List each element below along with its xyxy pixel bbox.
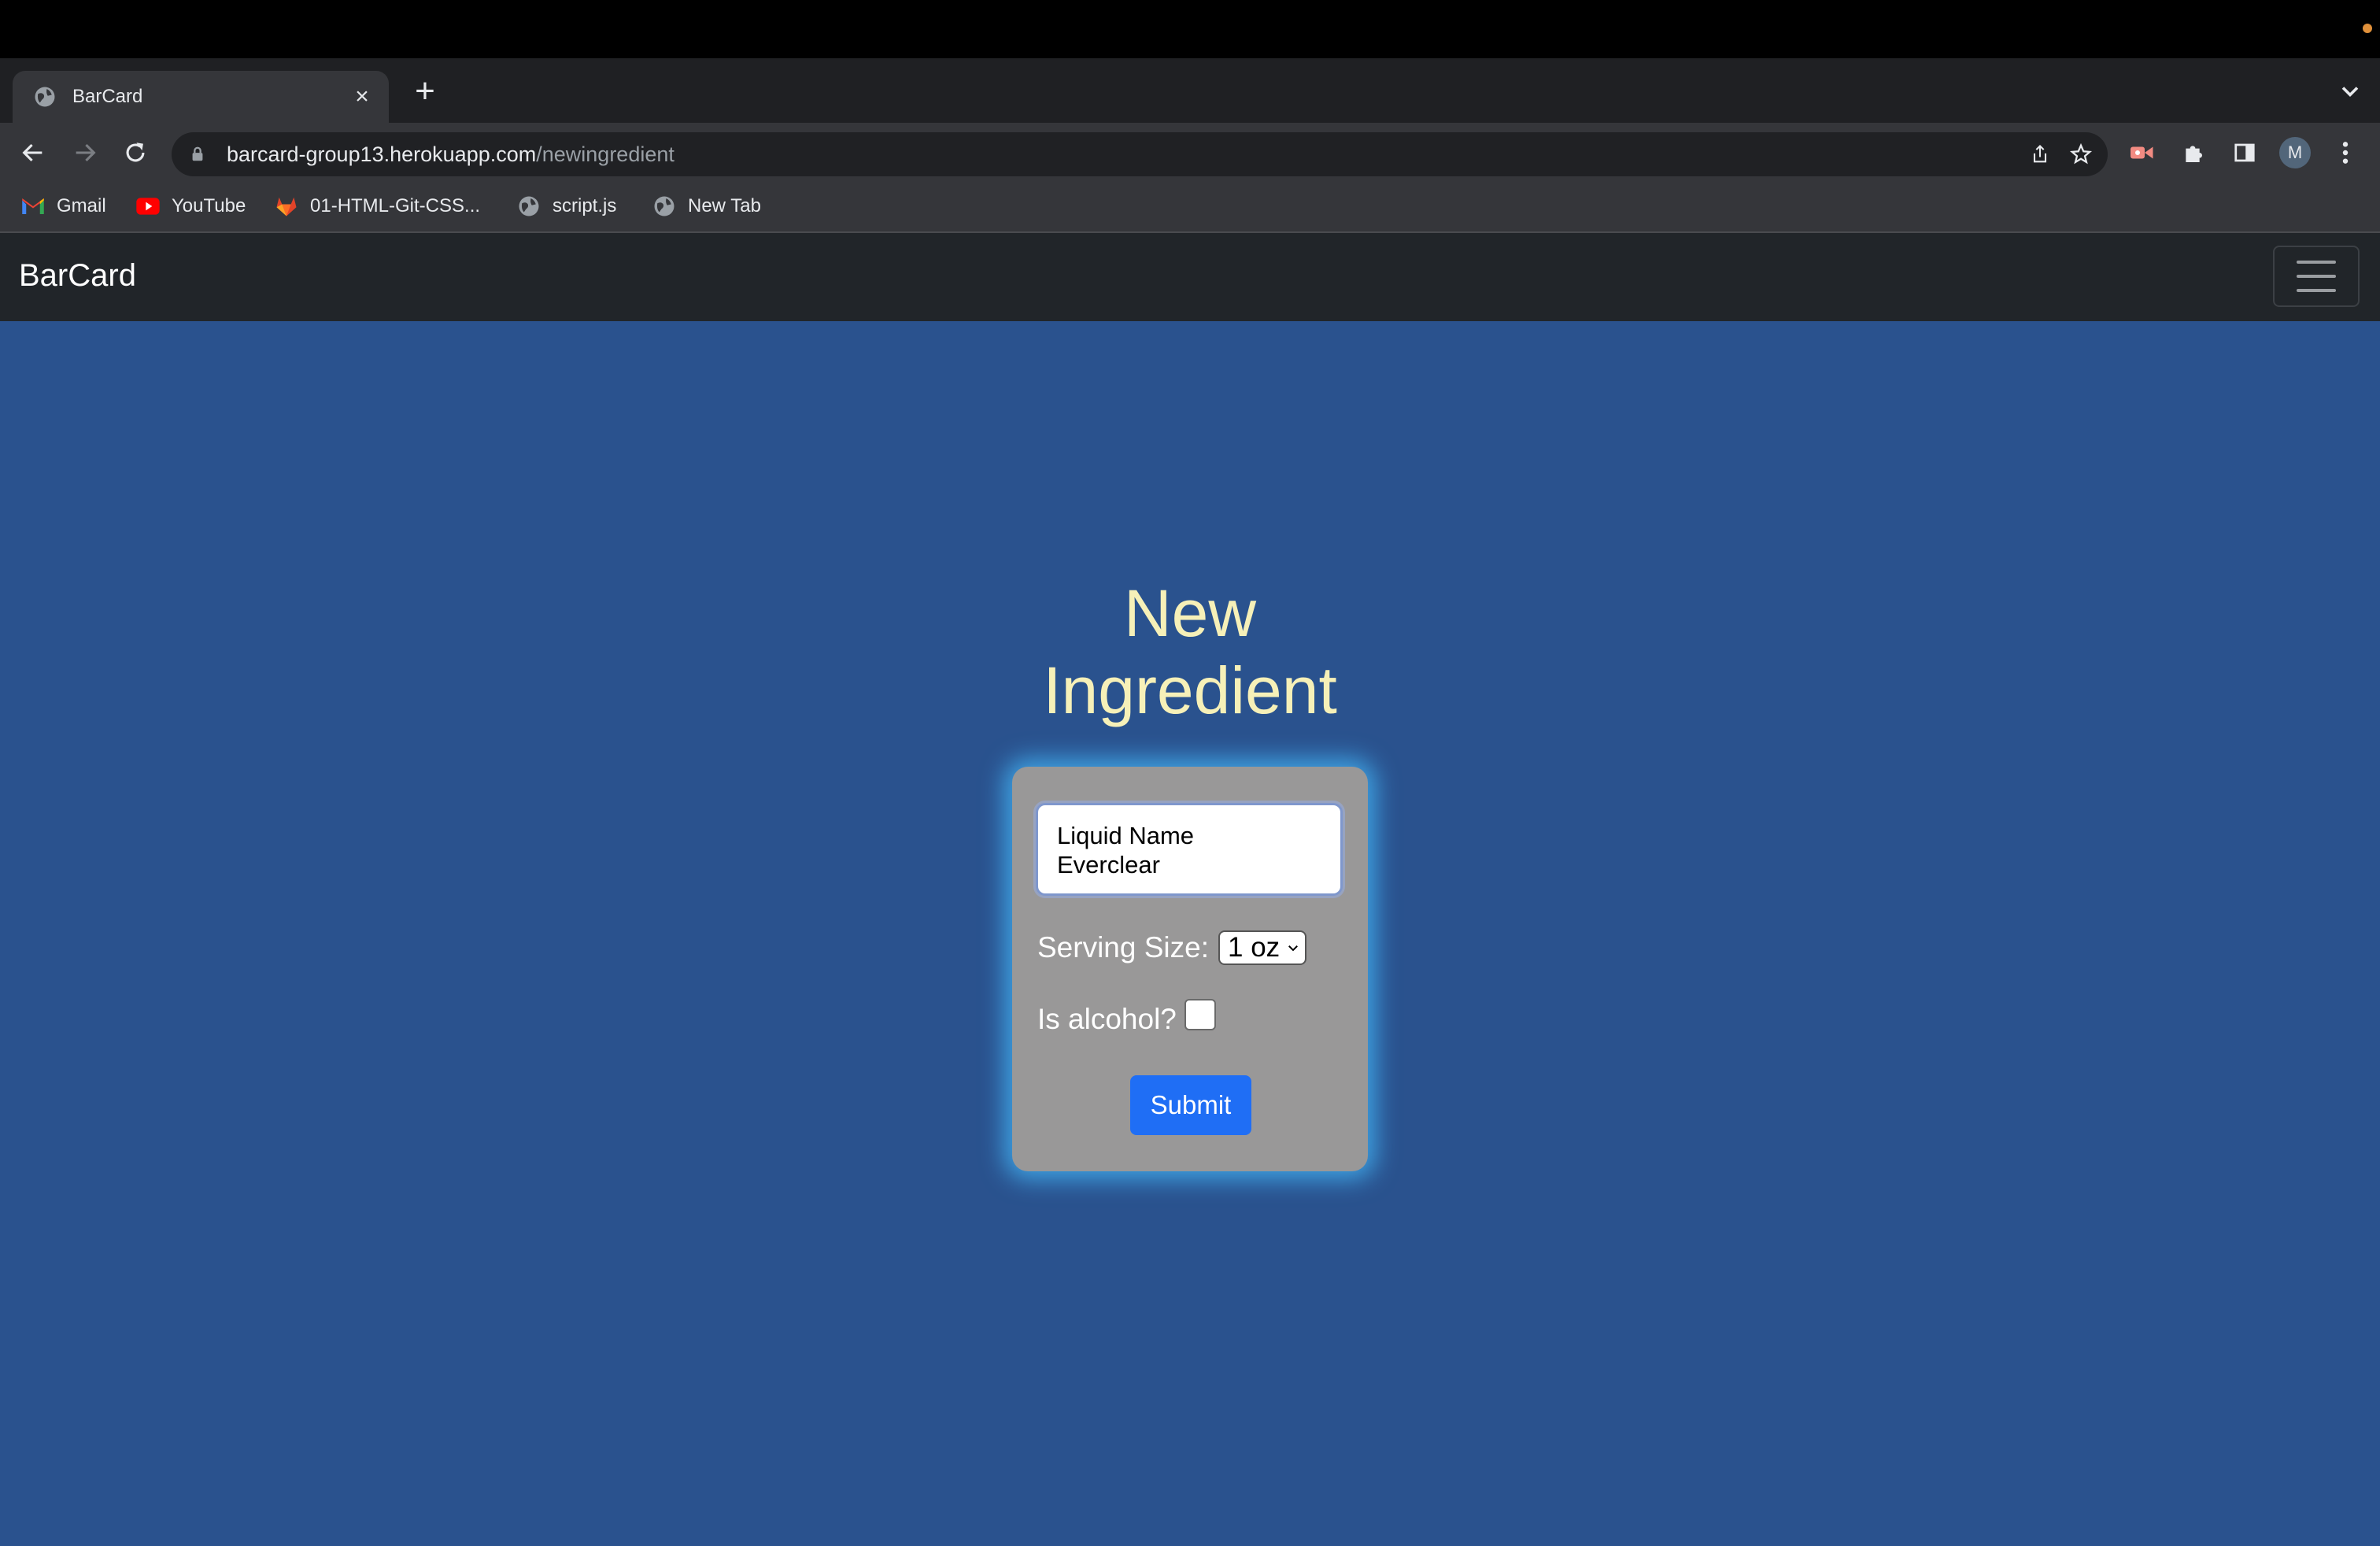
url-host: barcard-group13.herokuapp.com (227, 142, 537, 166)
bookmark-gmail[interactable]: Gmail (20, 190, 106, 222)
bookmark-star-icon[interactable] (2067, 140, 2095, 168)
bookmark-label: Gmail (57, 195, 106, 216)
bookmark-label: 01-HTML-Git-CSS... (310, 195, 481, 216)
browser-toolbar: barcard-group13.herokuapp.com/newingredi… (0, 123, 2380, 183)
is-alcohol-label: Is alcohol? (1037, 1003, 1177, 1035)
serving-size-value: 1 oz (1228, 932, 1281, 963)
os-menu-strip (0, 0, 2380, 58)
forward-icon[interactable] (68, 135, 102, 170)
close-tab-icon[interactable]: × (346, 81, 378, 113)
submit-button[interactable]: Submit (1130, 1075, 1251, 1135)
bookmark-label: script.js (552, 195, 617, 216)
back-icon[interactable] (16, 135, 50, 170)
globe-icon (652, 194, 677, 219)
toggler-bar (2297, 275, 2336, 278)
tab-search-chevron-icon[interactable] (2336, 77, 2364, 105)
page-title-line1: New (1123, 576, 1257, 650)
recording-indicator-icon (2363, 24, 2372, 33)
side-panel-icon[interactable] (2229, 137, 2260, 168)
bookmark-script-js[interactable]: script.js (516, 190, 616, 222)
site-navbar: BarCard (0, 233, 2380, 321)
navbar-toggler-menu-icon[interactable] (2273, 246, 2360, 307)
toggler-bar (2297, 261, 2336, 264)
is-alcohol-row: Is alcohol? (1037, 999, 1216, 1036)
gitlab-icon (274, 194, 299, 219)
liquid-name-value: Everclear (1057, 851, 1160, 878)
reload-icon[interactable] (118, 135, 153, 170)
globe-icon (516, 194, 541, 219)
menu-kebab-icon[interactable] (2330, 137, 2361, 168)
serving-size-label: Serving Size: (1037, 931, 1209, 963)
bookmark-label: YouTube (172, 195, 246, 216)
address-bar[interactable]: barcard-group13.herokuapp.com/newingredi… (172, 132, 2108, 176)
bookmark-new-tab[interactable]: New Tab (652, 190, 761, 222)
bookmark-youtube[interactable]: YouTube (135, 190, 246, 222)
toggler-bar (2297, 289, 2336, 292)
screen-record-extension-icon[interactable] (2127, 137, 2158, 168)
liquid-name-field[interactable]: Liquid Name Everclear (1036, 803, 1343, 896)
tab-title: BarCard (72, 86, 143, 107)
tab-barcard[interactable]: BarCard × (13, 71, 389, 123)
extensions-puzzle-icon[interactable] (2179, 137, 2210, 168)
address-url: barcard-group13.herokuapp.com/newingredi… (227, 142, 674, 167)
share-icon[interactable] (2026, 140, 2054, 168)
globe-icon (35, 87, 55, 107)
profile-avatar[interactable]: M (2279, 137, 2311, 168)
gmail-icon (20, 194, 46, 219)
new-ingredient-form: Liquid Name Everclear Serving Size: 1 oz… (1012, 767, 1368, 1171)
liquid-name-label: Liquid Name (1057, 822, 1195, 849)
page-title-line2: Ingredient (1043, 653, 1337, 727)
page-title: New Ingredient (954, 575, 1426, 729)
bookmarks-bar: Gmail YouTube 01-HTML-Git-CSS... script.… (0, 183, 2380, 233)
new-tab-icon[interactable]: + (409, 74, 441, 109)
chevron-down-icon (1288, 945, 1299, 952)
bookmark-html-git-css[interactable]: 01-HTML-Git-CSS... (274, 190, 480, 222)
brand-link[interactable]: BarCard (19, 258, 136, 294)
youtube-icon (135, 194, 161, 219)
url-path: /newingredient (536, 142, 674, 166)
bookmark-label: New Tab (688, 195, 761, 216)
is-alcohol-checkbox[interactable] (1184, 999, 1216, 1030)
lock-icon[interactable] (189, 146, 206, 163)
serving-size-select[interactable]: 1 oz (1218, 930, 1306, 965)
tab-bar: BarCard × + (0, 58, 2380, 123)
serving-size-row: Serving Size: 1 oz (1037, 930, 1306, 965)
